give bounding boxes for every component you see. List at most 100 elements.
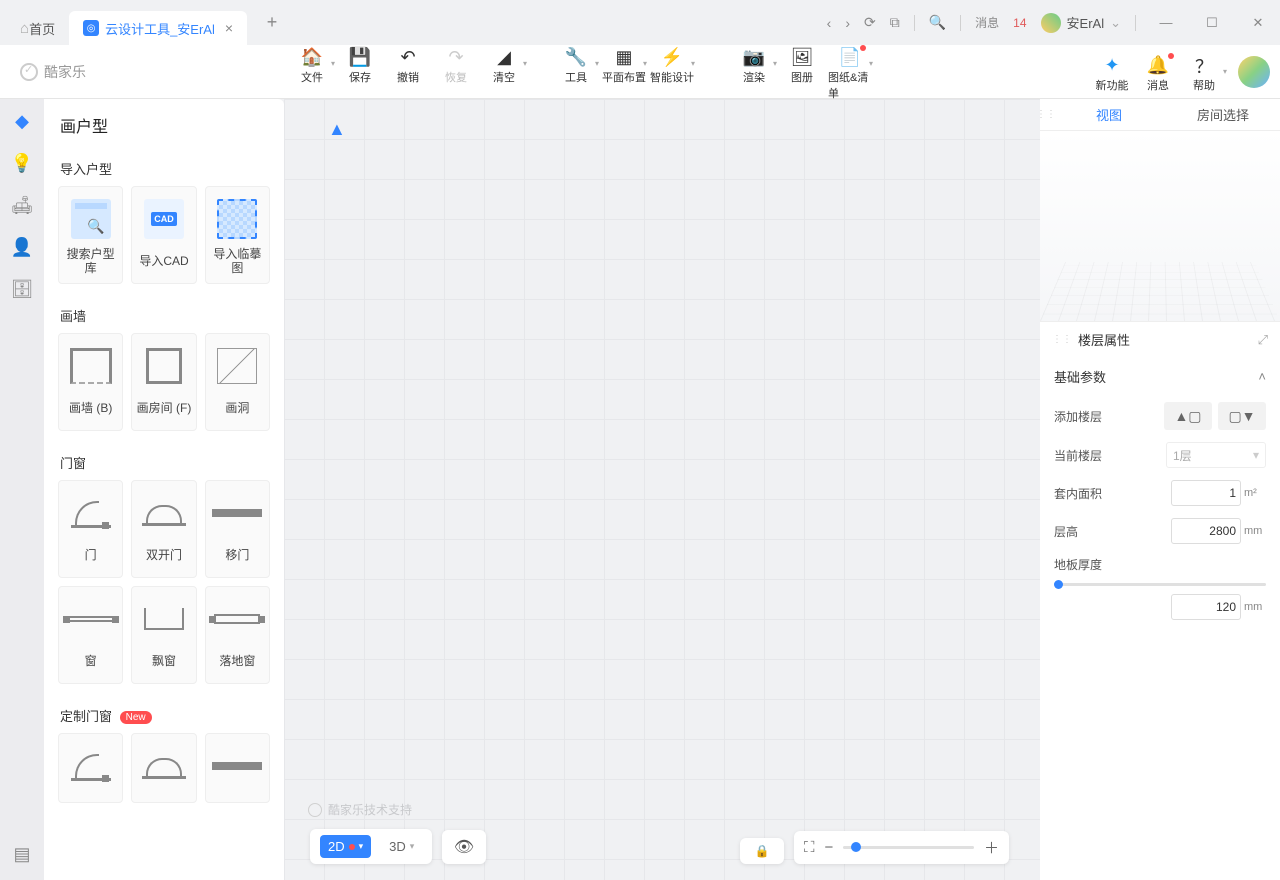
rail-cabinet-icon[interactable]: 🗄 xyxy=(10,277,34,301)
notification-dot-icon xyxy=(1168,53,1174,59)
tab-view[interactable]: 视图 xyxy=(1052,99,1166,130)
drawing-button[interactable]: 📄图纸&清单▾ xyxy=(828,43,872,101)
window-max-icon[interactable]: ☐ xyxy=(1196,15,1228,31)
file-icon: 🏠 xyxy=(301,47,323,69)
chevron-down-icon: ▾ xyxy=(1223,67,1227,76)
expand-icon[interactable]: ⤢ xyxy=(1258,332,1268,348)
drag-handle-icon[interactable]: ⋮⋮ xyxy=(1040,99,1052,130)
home-icon: ⌂ xyxy=(20,20,29,37)
rail-person-icon[interactable]: 👤 xyxy=(10,235,34,259)
card-custom-3[interactable] xyxy=(205,733,270,803)
nav-fwd-icon[interactable]: › xyxy=(845,15,850,31)
notification-dot-icon xyxy=(349,844,355,850)
file-button[interactable]: 🏠文件▾ xyxy=(290,43,334,85)
tab-room-select[interactable]: 房间选择 xyxy=(1166,99,1280,130)
hole-icon xyxy=(217,348,257,384)
card-door[interactable]: 门 xyxy=(58,480,123,578)
card-sliding-door[interactable]: 移门 xyxy=(205,480,270,578)
new-tab-button[interactable]: + xyxy=(257,12,287,33)
right-panel: ⋮⋮ 视图 房间选择 ⋮⋮ 楼层属性 ⤢ 基础参数 ˄ 添加楼层 ▲▢ ▢▼ 当… xyxy=(1040,99,1280,880)
add-floor-up-button[interactable]: ▲▢ xyxy=(1164,402,1212,430)
close-icon[interactable]: × xyxy=(225,20,233,36)
messages-label[interactable]: 消息 xyxy=(975,14,999,31)
card-draw-room[interactable]: 画房间 (F) xyxy=(131,333,196,431)
nav-back-icon[interactable]: ‹ xyxy=(827,15,832,31)
card-floor-window[interactable]: 落地窗 xyxy=(205,586,270,684)
card-custom-2[interactable] xyxy=(131,733,196,803)
undo-button[interactable]: ↶撤销 xyxy=(386,43,430,85)
drag-handle-icon[interactable]: ⋮⋮ xyxy=(1052,334,1072,345)
thickness-slider[interactable] xyxy=(1054,583,1266,586)
window-close-icon[interactable]: ✕ xyxy=(1242,15,1274,31)
copy-icon[interactable]: ⧉ xyxy=(890,14,900,31)
double-door-icon xyxy=(142,500,186,526)
visibility-button[interactable]: 👁 xyxy=(442,830,486,864)
card-custom-1[interactable] xyxy=(58,733,123,803)
mini-3d-preview[interactable] xyxy=(1040,131,1280,321)
search-icon[interactable]: 🔍 xyxy=(929,14,946,31)
rail-settings-icon[interactable]: ▤ xyxy=(10,842,34,866)
notification-dot-icon xyxy=(860,45,866,51)
current-floor-select[interactable]: 1层▾ xyxy=(1166,442,1266,468)
album-button[interactable]: 🖼图册 xyxy=(780,43,824,85)
chevron-down-icon: ▾ xyxy=(331,59,335,68)
fit-screen-icon[interactable]: ⛶ xyxy=(804,839,815,856)
tab-home[interactable]: ⌂ 首页 xyxy=(6,11,69,45)
window-icon xyxy=(68,616,114,622)
new-badge: New xyxy=(120,711,152,724)
card-search-floorplan[interactable]: 搜索户型库 xyxy=(58,186,123,284)
tab-label: 首页 xyxy=(29,19,55,38)
card-draw-wall[interactable]: 画墙 (B) xyxy=(58,333,123,431)
tab-design-tool[interactable]: ◎ 云设计工具_安ErAl × xyxy=(69,11,247,45)
chevron-down-icon: ▾ xyxy=(773,59,777,68)
add-floor-down-button[interactable]: ▢▼ xyxy=(1218,402,1266,430)
render-button[interactable]: 📷渲染▾ xyxy=(732,43,776,85)
height-input[interactable] xyxy=(1171,518,1241,544)
messages-count: 14 xyxy=(1013,16,1026,30)
card-window[interactable]: 窗 xyxy=(58,586,123,684)
username: 安ErAl xyxy=(1067,13,1105,32)
card-import-cad[interactable]: CAD导入CAD xyxy=(131,186,196,284)
help-icon: ？ xyxy=(1195,55,1213,77)
redo-button[interactable]: ↷恢复 xyxy=(434,43,478,85)
chevron-down-icon: ▾ xyxy=(359,841,364,852)
search-floorplan-icon xyxy=(71,199,111,239)
rail-floorplan-icon[interactable]: ◆ xyxy=(10,109,34,133)
rail-light-icon[interactable]: 💡 xyxy=(10,151,34,175)
refresh-icon[interactable]: ⟳ xyxy=(864,14,876,31)
undo-icon: ↶ xyxy=(400,47,415,69)
zoom-in-icon[interactable]: ＋ xyxy=(984,837,999,858)
rail-sofa-icon[interactable]: 🛋 xyxy=(10,193,34,217)
basic-params-header[interactable]: 基础参数 ˄ xyxy=(1040,357,1280,396)
avatar[interactable] xyxy=(1238,56,1270,88)
zoom-out-icon[interactable]: − xyxy=(825,839,834,856)
messages-button[interactable]: 🔔消息 xyxy=(1136,51,1180,93)
clear-button[interactable]: ◢清空▾ xyxy=(482,43,526,85)
thickness-input[interactable] xyxy=(1171,594,1241,620)
card-import-trace[interactable]: 导入临摹图 xyxy=(205,186,270,284)
cad-icon: CAD xyxy=(144,199,184,239)
card-draw-hole[interactable]: 画洞 xyxy=(205,333,270,431)
area-input[interactable] xyxy=(1171,480,1241,506)
tools-button[interactable]: 🔧工具▾ xyxy=(554,43,598,85)
brand-name: 酷家乐 xyxy=(44,62,86,82)
help-button[interactable]: ？帮助▾ xyxy=(1182,51,1226,93)
canvas[interactable]: ▲ 酷家乐技术支持 xyxy=(284,99,1040,880)
double-door-icon xyxy=(142,753,186,779)
eye-icon: 👁 xyxy=(454,837,474,857)
card-bay-window[interactable]: 飘窗 xyxy=(131,586,196,684)
card-double-door[interactable]: 双开门 xyxy=(131,480,196,578)
user-chip[interactable]: 安ErAl ⌄ xyxy=(1041,13,1121,33)
layout-button[interactable]: ▦平面布置▾ xyxy=(602,43,646,85)
lock-button[interactable]: 🔒 xyxy=(740,838,784,864)
whatsnew-button[interactable]: ✦新功能 xyxy=(1090,51,1134,93)
zoom-slider[interactable] xyxy=(843,846,974,849)
sparkle-icon: ✦ xyxy=(1104,55,1119,77)
smart-design-button[interactable]: ⚡智能设计▾ xyxy=(650,43,694,85)
view-2d-button[interactable]: 2D▾ xyxy=(320,835,371,858)
titlebar-right: ‹ › ⟳ ⧉ 🔍 消息 14 安ErAl ⌄ ― ☐ ✕ xyxy=(827,13,1274,33)
door-icon xyxy=(71,498,111,528)
view-3d-button[interactable]: 3D▾ xyxy=(381,835,422,858)
window-min-icon[interactable]: ― xyxy=(1150,15,1182,30)
save-button[interactable]: 💾保存 xyxy=(338,43,382,85)
